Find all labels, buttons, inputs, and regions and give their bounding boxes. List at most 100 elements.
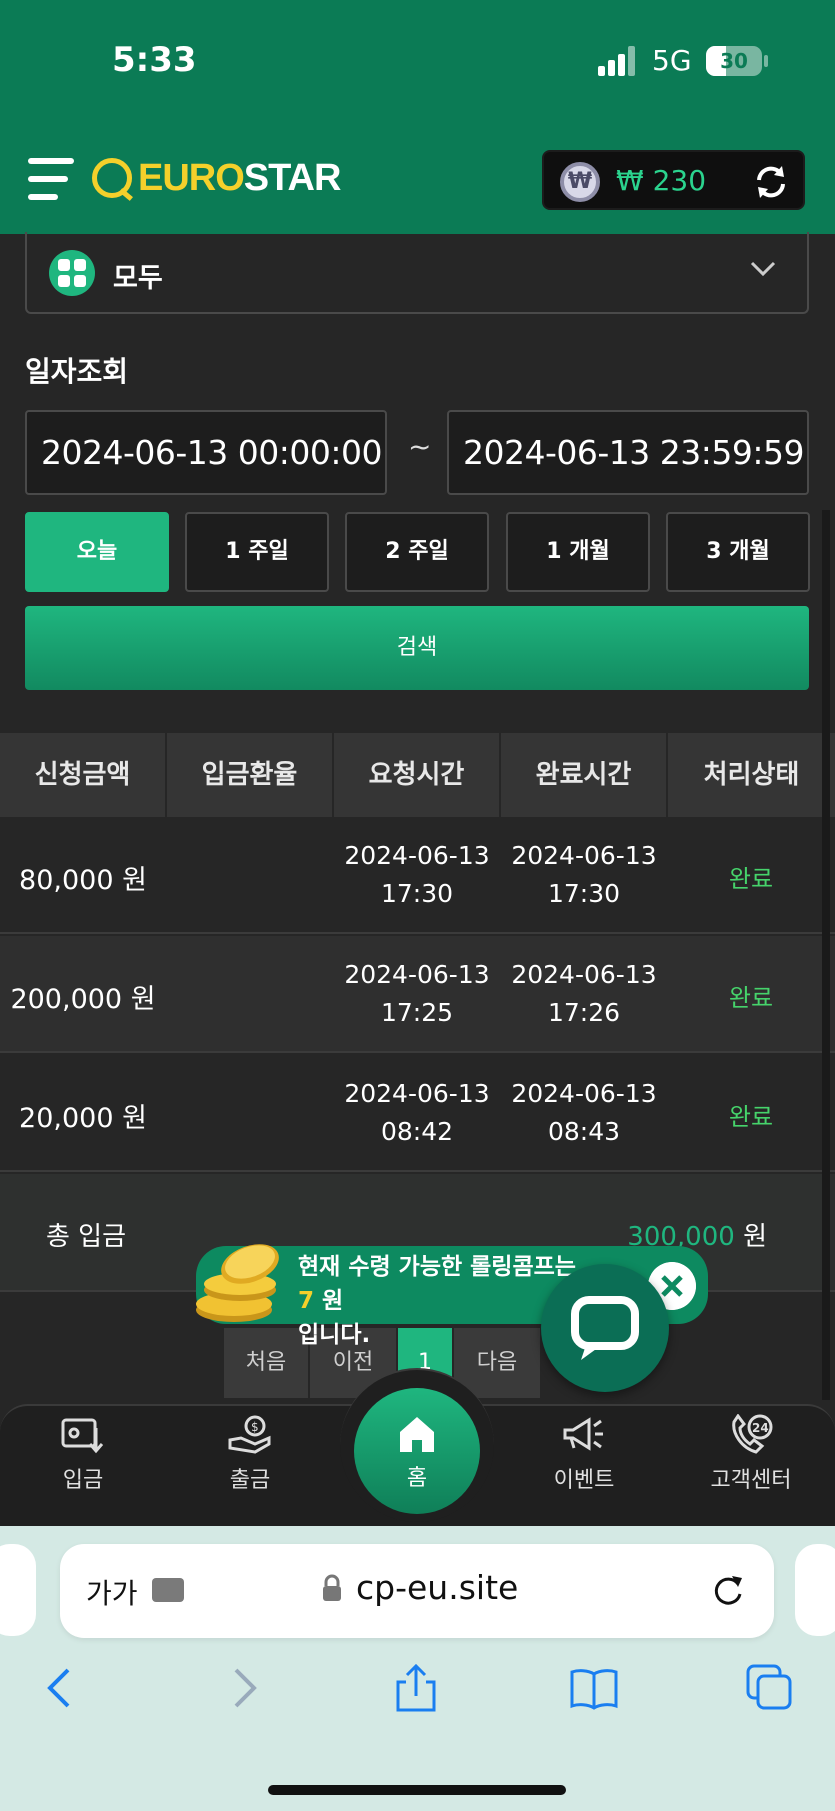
row-status: 완료: [728, 984, 774, 1012]
wallet-amount: ₩ 230: [616, 164, 707, 197]
next-tab-preview[interactable]: [795, 1544, 835, 1636]
won-coin-icon: ₩: [560, 162, 600, 202]
col-complete-time: 완료시간: [501, 733, 668, 817]
home-icon: [400, 1417, 434, 1452]
total-label: 총 입금: [46, 1222, 127, 1252]
request-clock: 17:25: [380, 998, 454, 1027]
logo-star: STAR: [243, 156, 342, 199]
wallet-balance: ₩ ₩ 230: [542, 150, 805, 210]
live-chat-button[interactable]: [541, 1264, 669, 1392]
period-1month-button[interactable]: 1 개월: [506, 512, 650, 592]
logo-euro: EURO: [138, 156, 245, 199]
category-select[interactable]: 모두: [25, 232, 809, 314]
period-3month-button[interactable]: 3 개월: [666, 512, 810, 592]
toast-text-after: 입니다.: [298, 1322, 371, 1348]
nav-event[interactable]: 이벤트: [514, 1414, 654, 1494]
forward-icon[interactable]: [218, 1664, 266, 1712]
tabs-icon[interactable]: [746, 1664, 794, 1712]
date-filter-title: 일자조회: [25, 355, 129, 388]
date-from-input[interactable]: 2024-06-13 00:00:00: [25, 410, 387, 495]
menu-icon[interactable]: [28, 156, 74, 202]
row-complete-time: 2024-06-13 08:43: [501, 1075, 667, 1151]
row-status: 완료: [728, 1103, 774, 1131]
nav-event-label: 이벤트: [553, 1468, 615, 1493]
col-rate: 입금환율: [167, 733, 334, 817]
status-time: 5:33: [112, 40, 197, 80]
date-to-input[interactable]: 2024-06-13 23:59:59: [447, 410, 809, 495]
nav-home-label: 홈: [406, 1466, 428, 1491]
nav-deposit[interactable]: 입금: [13, 1414, 153, 1494]
scrollbar[interactable]: [822, 510, 830, 1400]
nav-support-label: 고객센터: [710, 1468, 792, 1493]
lock-icon: [323, 1574, 341, 1601]
row-request-time: 2024-06-13 17:25: [334, 956, 500, 1032]
request-clock: 17:30: [380, 879, 454, 908]
table-row: 200,000 원 2024-06-13 17:25 2024-06-13 17:2…: [0, 936, 835, 1053]
bookmarks-icon[interactable]: [570, 1664, 618, 1712]
request-date: 2024-06-13: [344, 1079, 490, 1108]
category-label: 모두: [113, 263, 163, 294]
text-size-button[interactable]: 가가: [86, 1572, 138, 1612]
extension-icon[interactable]: [152, 1578, 184, 1602]
battery-icon: 30: [706, 46, 762, 76]
toast-text-mid: 원: [314, 1288, 344, 1314]
nav-support[interactable]: 24 고객센터: [681, 1414, 821, 1494]
search-button[interactable]: 검색: [25, 606, 809, 690]
complete-clock: 17:26: [547, 998, 621, 1027]
row-amount: 20,000 원: [19, 1103, 147, 1134]
svg-text:$: $: [251, 1420, 259, 1434]
row-amount: 80,000 원: [19, 865, 147, 896]
complete-date: 2024-06-13: [511, 841, 657, 870]
prev-tab-preview[interactable]: [0, 1544, 36, 1636]
url-text: cp-eu.site: [356, 1568, 519, 1607]
toast-text-before: 현재 수령 가능한 롤링콤프는: [298, 1254, 576, 1280]
complete-clock: 17:30: [547, 879, 621, 908]
address-bar[interactable]: 가가 cp-eu.site: [60, 1544, 774, 1638]
period-today-button[interactable]: 오늘: [25, 512, 169, 592]
home-indicator: [268, 1785, 566, 1795]
nav-withdraw[interactable]: $ 출금: [180, 1414, 320, 1494]
gold-coins-icon: [196, 1244, 279, 1322]
chevron-down-icon: [750, 261, 776, 277]
period-1week-button[interactable]: 1 주일: [185, 512, 329, 592]
share-icon[interactable]: [392, 1664, 440, 1712]
row-complete-time: 2024-06-13 17:26: [501, 956, 667, 1032]
row-request-time: 2024-06-13 17:30: [334, 837, 500, 913]
battery-tip: [764, 55, 768, 67]
logo[interactable]: EURO STAR: [92, 156, 342, 200]
toast-highlight: 7: [298, 1288, 315, 1314]
network-label: 5G: [652, 44, 692, 77]
table-row: 20,000 원 2024-06-13 08:42 2024-06-13 08:43…: [0, 1055, 835, 1172]
col-amount: 신청금액: [0, 733, 167, 817]
nav-deposit-label: 입금: [62, 1468, 104, 1493]
battery-level: 30: [720, 49, 748, 73]
signal-icon: [598, 46, 638, 76]
row-amount: 200,000 원: [10, 984, 156, 1015]
col-status: 처리상태: [703, 760, 800, 790]
megaphone-icon: [563, 1417, 603, 1451]
reload-icon[interactable]: [710, 1572, 746, 1608]
request-date: 2024-06-13: [344, 960, 490, 989]
row-request-time: 2024-06-13 08:42: [334, 1075, 500, 1151]
chat-icon: [571, 1296, 639, 1360]
request-clock: 08:42: [380, 1117, 454, 1146]
back-icon[interactable]: [38, 1664, 86, 1712]
row-complete-time: 2024-06-13 17:30: [501, 837, 667, 913]
table-header: 신청금액 입금환율 요청시간 완료시간 처리상태: [0, 733, 835, 817]
period-2week-button[interactable]: 2 주일: [345, 512, 489, 592]
col-request-time: 요청시간: [334, 733, 501, 817]
complete-date: 2024-06-13: [511, 1079, 657, 1108]
grid-icon: [49, 250, 95, 296]
nav-withdraw-label: 출금: [229, 1468, 271, 1493]
complete-clock: 08:43: [547, 1117, 621, 1146]
support-24-icon: 24: [732, 1414, 773, 1454]
svg-text:24: 24: [752, 1421, 769, 1435]
date-separator: ~: [408, 430, 432, 463]
deposit-icon: [61, 1418, 104, 1454]
complete-date: 2024-06-13: [511, 960, 657, 989]
withdraw-icon: $: [228, 1415, 271, 1454]
total-unit: 원: [734, 1222, 767, 1252]
row-status: 완료: [728, 865, 774, 893]
nav-home[interactable]: 홈: [354, 1388, 480, 1514]
refresh-icon[interactable]: [753, 164, 789, 200]
